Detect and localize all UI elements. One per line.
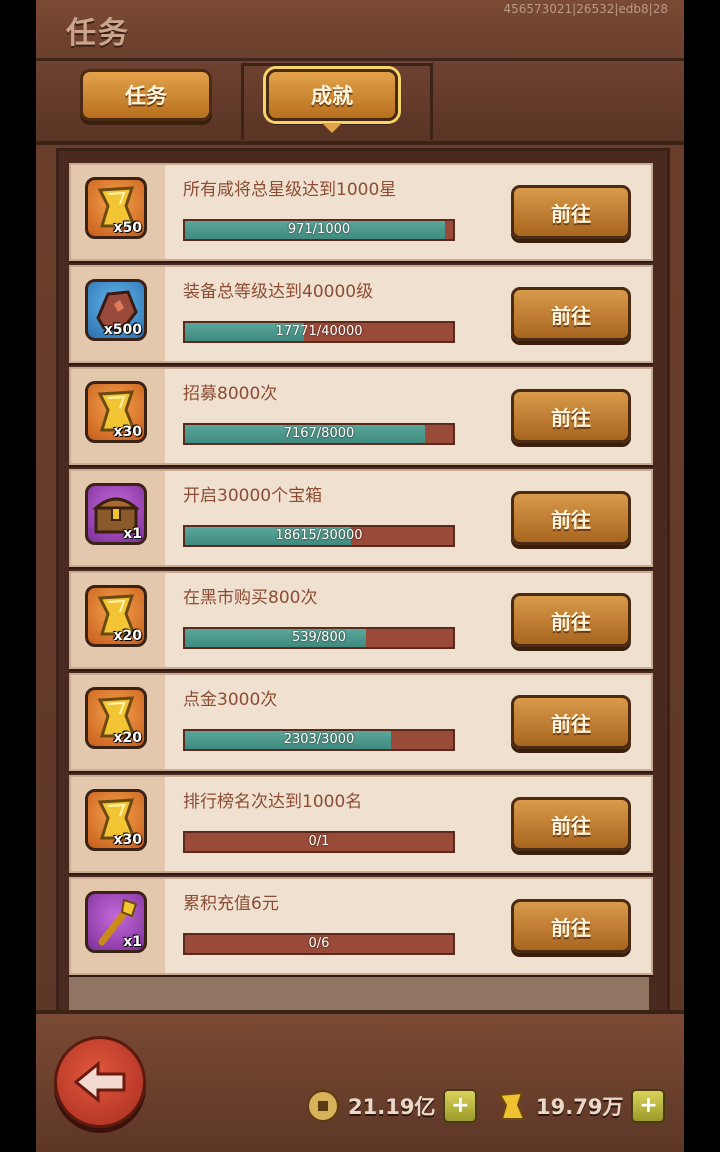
reward-slot: x30 — [71, 777, 165, 871]
progress-text: 539/800 — [291, 630, 346, 645]
progress-text: 0/6 — [308, 936, 330, 951]
progress-bar: 539/800 — [183, 627, 455, 649]
list-item: x20 在黑市购买800次 539/800 前往 — [69, 571, 653, 669]
task-title: 在黑市购买800次 — [183, 588, 318, 608]
task-title: 装备总等级达到40000级 — [183, 282, 374, 302]
list-item: x20 点金3000次 2303/3000 前往 — [69, 673, 653, 771]
progress-text: 17771/40000 — [275, 324, 363, 339]
progress-bar: 18615/30000 — [183, 525, 455, 547]
list-item: x500 装备总等级达到40000级 17771/40000 前往 — [69, 265, 653, 363]
gold-ingot-icon — [498, 1091, 526, 1120]
goto-button[interactable]: 前往 — [511, 797, 631, 851]
goto-button[interactable]: 前往 — [511, 899, 631, 953]
plus-icon: + — [451, 1093, 470, 1118]
list-item: x50 所有咸将总星级达到1000星 971/1000 前往 — [69, 163, 653, 261]
title-bar: 任务 456573021|26532|edb8|28 — [36, 0, 684, 61]
game-screen: 任务 456573021|26532|edb8|28 任务 成就 x50 所有咸… — [36, 0, 684, 1152]
reward-quantity: x1 — [123, 934, 142, 950]
reward-item[interactable]: x30 — [85, 381, 147, 443]
reward-quantity: x20 — [113, 730, 142, 746]
reward-quantity: x500 — [103, 322, 142, 338]
list-item: x1 累积充值6元 0/6 前往 — [69, 877, 653, 975]
progress-bar: 7167/8000 — [183, 423, 455, 445]
goto-button[interactable]: 前往 — [511, 287, 631, 341]
build-info: 456573021|26532|edb8|28 — [503, 2, 668, 16]
page-title: 任务 — [66, 16, 130, 51]
progress-text: 7167/8000 — [283, 426, 355, 441]
tab-bar: 任务 成就 — [36, 61, 684, 145]
progress-bar: 971/1000 — [183, 219, 455, 241]
reward-slot: x500 — [71, 267, 165, 361]
reward-item[interactable]: x50 — [85, 177, 147, 239]
reward-quantity: x30 — [113, 832, 142, 848]
tab-achievements[interactable]: 成就 — [266, 69, 398, 121]
achievement-list[interactable]: x50 所有咸将总星级达到1000星 971/1000 前往 x500 装备总等… — [56, 148, 670, 1014]
reward-slot: x20 — [71, 573, 165, 667]
reward-item[interactable]: x500 — [85, 279, 147, 341]
active-tab-indicator — [322, 123, 342, 133]
reward-quantity: x20 — [113, 628, 142, 644]
reward-item[interactable]: x20 — [85, 585, 147, 647]
task-title: 招募8000次 — [183, 384, 278, 404]
list-item-partial — [69, 977, 649, 1011]
copper-coin-icon — [307, 1090, 339, 1122]
reward-slot: x20 — [71, 675, 165, 769]
back-button[interactable] — [54, 1036, 146, 1128]
reward-item[interactable]: x20 — [85, 687, 147, 749]
back-arrow-icon — [73, 1060, 126, 1104]
add-coins-button[interactable]: + — [443, 1089, 478, 1123]
task-title: 累积充值6元 — [183, 894, 279, 914]
progress-bar: 17771/40000 — [183, 321, 455, 343]
task-title: 开启30000个宝箱 — [183, 486, 323, 506]
task-title: 所有咸将总星级达到1000星 — [183, 180, 397, 200]
reward-slot: x1 — [71, 471, 165, 565]
goto-button[interactable]: 前往 — [511, 389, 631, 443]
goto-button[interactable]: 前往 — [511, 695, 631, 749]
progress-bar: 0/6 — [183, 933, 455, 955]
tab-tasks[interactable]: 任务 — [80, 69, 212, 121]
currency-coins: 21.19亿 + — [306, 1086, 478, 1126]
goto-button[interactable]: 前往 — [511, 185, 631, 239]
reward-slot: x30 — [71, 369, 165, 463]
task-title: 点金3000次 — [183, 690, 278, 710]
progress-text: 2303/3000 — [283, 732, 355, 747]
goto-button[interactable]: 前往 — [511, 491, 631, 545]
currency-ingots: 19.79万 + — [494, 1086, 666, 1126]
list-item: x30 排行榜名次达到1000名 0/1 前往 — [69, 775, 653, 873]
reward-item[interactable]: x1 — [85, 891, 147, 953]
ingots-value: 19.79万 — [536, 1095, 624, 1119]
reward-item[interactable]: x1 — [85, 483, 147, 545]
reward-quantity: x1 — [123, 526, 142, 542]
plus-icon: + — [639, 1093, 658, 1118]
reward-item[interactable]: x30 — [85, 789, 147, 851]
add-ingots-button[interactable]: + — [631, 1089, 666, 1123]
reward-quantity: x30 — [113, 424, 142, 440]
progress-text: 0/1 — [308, 834, 330, 849]
progress-text: 971/1000 — [287, 222, 351, 237]
goto-button[interactable]: 前往 — [511, 593, 631, 647]
bottom-bar: 21.19亿 + 19.79万 + — [36, 1010, 684, 1152]
progress-bar: 0/1 — [183, 831, 455, 853]
reward-slot: x1 — [71, 879, 165, 973]
coins-value: 21.19亿 — [348, 1095, 436, 1119]
progress-text: 18615/30000 — [275, 528, 363, 543]
progress-bar: 2303/3000 — [183, 729, 455, 751]
reward-quantity: x50 — [113, 220, 142, 236]
list-item: x1 开启30000个宝箱 18615/30000 前往 — [69, 469, 653, 567]
task-title: 排行榜名次达到1000名 — [183, 792, 363, 812]
reward-slot: x50 — [71, 165, 165, 259]
list-item: x30 招募8000次 7167/8000 前往 — [69, 367, 653, 465]
